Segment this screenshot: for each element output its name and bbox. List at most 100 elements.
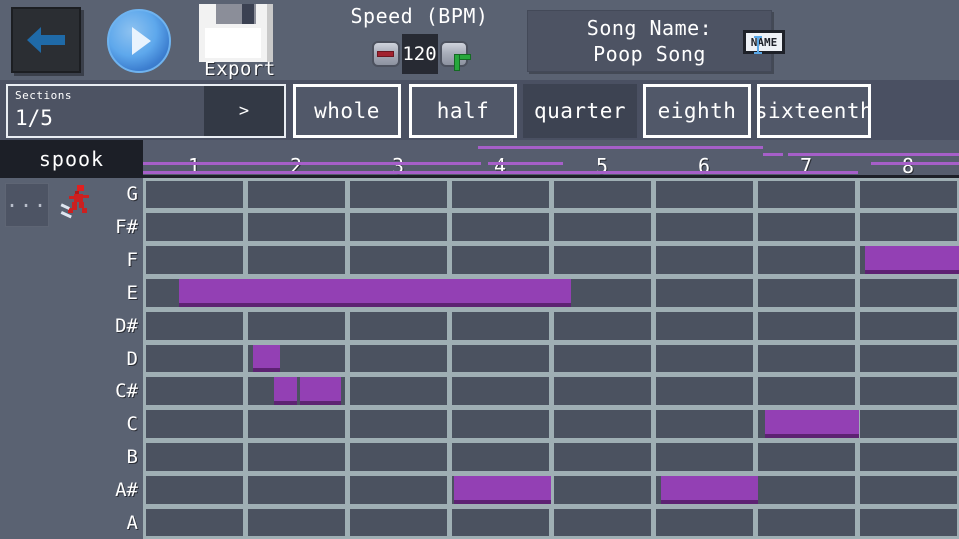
grid-cell[interactable] xyxy=(860,213,957,241)
note-block[interactable] xyxy=(454,476,551,504)
back-button[interactable] xyxy=(11,7,81,73)
grid-cell[interactable] xyxy=(452,509,549,537)
speed-increase-button[interactable] xyxy=(440,41,468,67)
grid-cell[interactable] xyxy=(860,181,957,209)
grid-cell[interactable] xyxy=(452,246,549,274)
grid-cell[interactable] xyxy=(656,246,753,274)
sections-next-button[interactable]: > xyxy=(204,86,284,136)
note-length-quarter[interactable]: quarter xyxy=(523,84,637,138)
grid-cell[interactable] xyxy=(146,312,243,340)
grid-cell[interactable] xyxy=(248,312,345,340)
grid-cell[interactable] xyxy=(656,181,753,209)
grid-cell[interactable] xyxy=(452,312,549,340)
grid-cell[interactable] xyxy=(860,377,957,405)
note-block[interactable] xyxy=(661,476,758,504)
grid-cell[interactable] xyxy=(146,246,243,274)
grid-cell[interactable] xyxy=(146,410,243,438)
grid-cell[interactable] xyxy=(554,345,651,373)
grid-cell[interactable] xyxy=(554,377,651,405)
grid-cell[interactable] xyxy=(860,476,957,504)
grid-cell[interactable] xyxy=(248,443,345,471)
grid-cell[interactable] xyxy=(554,476,651,504)
sections-panel[interactable]: Sections 1/5 > xyxy=(6,84,286,138)
grid-cell[interactable] xyxy=(248,181,345,209)
note-length-whole[interactable]: whole xyxy=(293,84,401,138)
grid-cell[interactable] xyxy=(758,377,855,405)
grid-cell[interactable] xyxy=(860,410,957,438)
grid-cell[interactable] xyxy=(758,181,855,209)
note-block[interactable] xyxy=(765,410,859,438)
grid-cell[interactable] xyxy=(554,509,651,537)
bpm-value[interactable]: 120 xyxy=(402,34,438,74)
grid-cell[interactable] xyxy=(350,213,447,241)
rename-song-button[interactable]: NAME xyxy=(743,30,785,54)
grid-cell[interactable] xyxy=(248,476,345,504)
note-length-sixteenth[interactable]: sixteenth xyxy=(757,84,871,138)
grid-cell[interactable] xyxy=(758,279,855,307)
grid-cell[interactable] xyxy=(350,181,447,209)
grid-cell[interactable] xyxy=(452,213,549,241)
note-block[interactable] xyxy=(274,377,297,405)
grid-cell[interactable] xyxy=(452,181,549,209)
grid-cell[interactable] xyxy=(350,476,447,504)
grid-cell[interactable] xyxy=(452,443,549,471)
grid-cell[interactable] xyxy=(758,476,855,504)
grid-cell[interactable] xyxy=(248,213,345,241)
grid-cell[interactable] xyxy=(758,443,855,471)
grid-cell[interactable] xyxy=(452,377,549,405)
measure-ruler[interactable]: 12345678 xyxy=(143,140,959,178)
grid-cell[interactable] xyxy=(656,377,753,405)
play-button[interactable] xyxy=(107,9,171,73)
note-length-eighth[interactable]: eighth xyxy=(643,84,751,138)
running-figure-icon[interactable] xyxy=(60,183,94,223)
grid-cell[interactable] xyxy=(350,377,447,405)
grid-cell[interactable] xyxy=(248,509,345,537)
grid-cell[interactable] xyxy=(656,213,753,241)
grid-cell[interactable] xyxy=(350,312,447,340)
track-options-button[interactable]: ... xyxy=(5,183,49,227)
note-block[interactable] xyxy=(300,377,341,405)
grid-cell[interactable] xyxy=(554,312,651,340)
grid-cell[interactable] xyxy=(146,181,243,209)
grid-cell[interactable] xyxy=(860,279,957,307)
grid-cell[interactable] xyxy=(452,345,549,373)
grid-cell[interactable] xyxy=(248,246,345,274)
note-grid[interactable] xyxy=(143,178,959,539)
grid-cell[interactable] xyxy=(758,246,855,274)
export-button[interactable]: Export xyxy=(195,4,285,78)
grid-cell[interactable] xyxy=(554,410,651,438)
grid-cell[interactable] xyxy=(146,377,243,405)
grid-cell[interactable] xyxy=(554,181,651,209)
grid-cell[interactable] xyxy=(350,246,447,274)
grid-cell[interactable] xyxy=(758,213,855,241)
note-length-half[interactable]: half xyxy=(409,84,517,138)
grid-cell[interactable] xyxy=(656,279,753,307)
grid-cell[interactable] xyxy=(656,509,753,537)
grid-cell[interactable] xyxy=(452,410,549,438)
grid-cell[interactable] xyxy=(758,345,855,373)
grid-cell[interactable] xyxy=(656,312,753,340)
grid-cell[interactable] xyxy=(758,312,855,340)
grid-cell[interactable] xyxy=(350,345,447,373)
grid-cell[interactable] xyxy=(350,410,447,438)
grid-cell[interactable] xyxy=(146,476,243,504)
grid-cell[interactable] xyxy=(554,246,651,274)
speed-decrease-button[interactable] xyxy=(372,41,400,67)
note-block[interactable] xyxy=(253,345,280,373)
grid-cell[interactable] xyxy=(656,443,753,471)
grid-cell[interactable] xyxy=(146,213,243,241)
note-block[interactable] xyxy=(179,279,572,307)
grid-cell[interactable] xyxy=(860,509,957,537)
grid-cell[interactable] xyxy=(758,509,855,537)
grid-cell[interactable] xyxy=(146,443,243,471)
grid-cell[interactable] xyxy=(860,345,957,373)
grid-cell[interactable] xyxy=(860,443,957,471)
grid-cell[interactable] xyxy=(554,213,651,241)
grid-cell[interactable] xyxy=(248,410,345,438)
grid-cell[interactable] xyxy=(146,509,243,537)
grid-cell[interactable] xyxy=(656,345,753,373)
grid-cell[interactable] xyxy=(350,443,447,471)
grid-cell[interactable] xyxy=(350,509,447,537)
grid-cell[interactable] xyxy=(656,410,753,438)
grid-cell[interactable] xyxy=(860,312,957,340)
